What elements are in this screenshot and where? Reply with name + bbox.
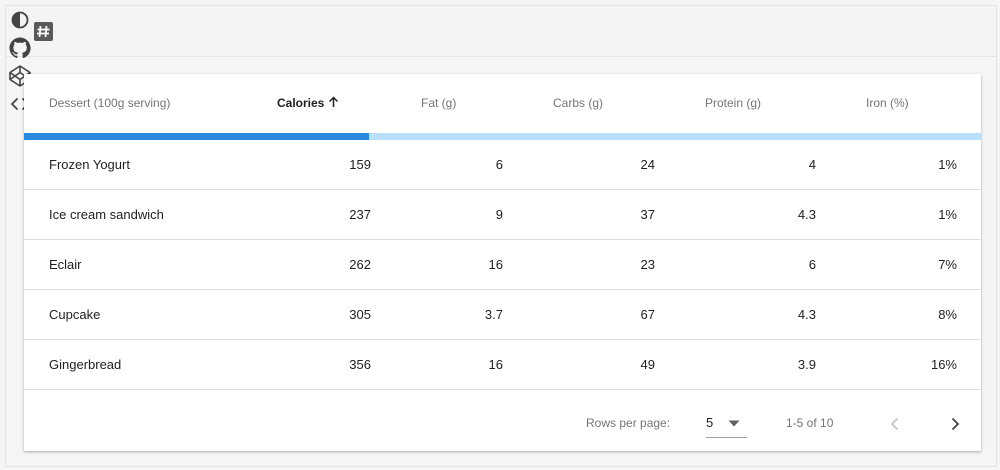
cell-protein: 4 [808,157,816,172]
cell-calories: 262 [349,257,371,272]
column-header-calories-label: Calories [277,96,325,110]
cell-dessert: Cupcake [49,307,101,322]
cell-dessert: Ice cream sandwich [49,207,164,222]
cell-carbs: 67 [640,307,655,322]
column-header-carbs[interactable]: Carbs (g) [553,74,603,133]
cell-protein: 3.9 [797,357,816,372]
table-row[interactable]: Eclair 262 16 23 6 7% [24,240,981,290]
cell-iron: 8% [938,307,957,322]
rows-per-page-select[interactable]: 5 [706,411,747,438]
table-row[interactable]: Cupcake 305 3.7 67 4.3 8% [24,290,981,340]
data-table-card: Dessert (100g serving) Calories Fat (g) … [24,74,981,451]
cell-calories: 305 [349,307,371,322]
cell-dessert: Gingerbread [49,357,122,372]
cell-dessert: Frozen Yogurt [49,157,130,172]
github-icon [9,37,31,59]
table-row[interactable]: Gingerbread 356 16 49 3.9 16% [24,340,981,390]
loading-progress-fill [24,133,369,140]
chevron-left-icon [890,417,899,431]
arrow-up-icon [329,96,339,108]
cell-fat: 3.7 [484,307,503,322]
cell-protein: 6 [808,257,816,272]
toolbar [6,6,996,110]
column-header-calories[interactable]: Calories [277,74,339,133]
cell-calories: 356 [349,357,371,372]
cell-fat: 6 [495,157,503,172]
column-header-dessert[interactable]: Dessert (100g serving) [49,74,170,133]
pagination-range: 1-5 of 10 [786,416,834,430]
cell-iron: 7% [938,257,957,272]
cell-fat: 16 [488,357,503,372]
cell-iron: 16% [930,357,957,372]
cell-iron: 1% [938,157,957,172]
cell-carbs: 24 [640,157,655,172]
column-header-iron[interactable]: Iron (%) [866,74,909,133]
cell-protein: 4.3 [797,207,816,222]
theme-toggle-button[interactable] [6,6,34,34]
cell-dessert: Eclair [49,257,82,272]
cell-calories: 237 [349,207,371,222]
rows-per-page-value: 5 [706,415,714,430]
previous-page-button[interactable] [881,410,909,438]
column-header-fat[interactable]: Fat (g) [421,74,456,133]
contrast-icon [11,11,29,29]
table-row[interactable]: Frozen Yogurt 159 6 24 4 1% [24,140,981,190]
cell-iron: 1% [938,207,957,222]
table-header-row: Dessert (100g serving) Calories Fat (g) … [24,74,981,133]
table-body: Frozen Yogurt 159 6 24 4 1% Ice cream sandwich… [24,140,981,390]
github-button[interactable] [6,34,34,62]
caret-down-icon [728,420,740,427]
app-frame: Dessert (100g serving) Calories Fat (g) … [5,5,997,467]
cell-protein: 4.3 [797,307,816,322]
cell-calories: 159 [349,157,371,172]
column-header-protein[interactable]: Protein (g) [705,74,761,133]
loading-progress-bar [24,133,981,140]
cell-carbs: 49 [640,357,655,372]
next-page-button[interactable] [941,410,969,438]
table-pagination: Rows per page: 5 1-5 of 10 [24,396,981,451]
cell-fat: 16 [488,257,503,272]
cell-carbs: 23 [640,257,655,272]
rows-per-page-label: Rows per page: [586,416,671,430]
cell-carbs: 37 [640,207,655,222]
cell-fat: 9 [495,207,503,222]
chevron-right-icon [951,417,960,431]
hash-square-icon [34,22,53,41]
table-row[interactable]: Ice cream sandwich 237 9 37 4.3 1% [24,190,981,240]
